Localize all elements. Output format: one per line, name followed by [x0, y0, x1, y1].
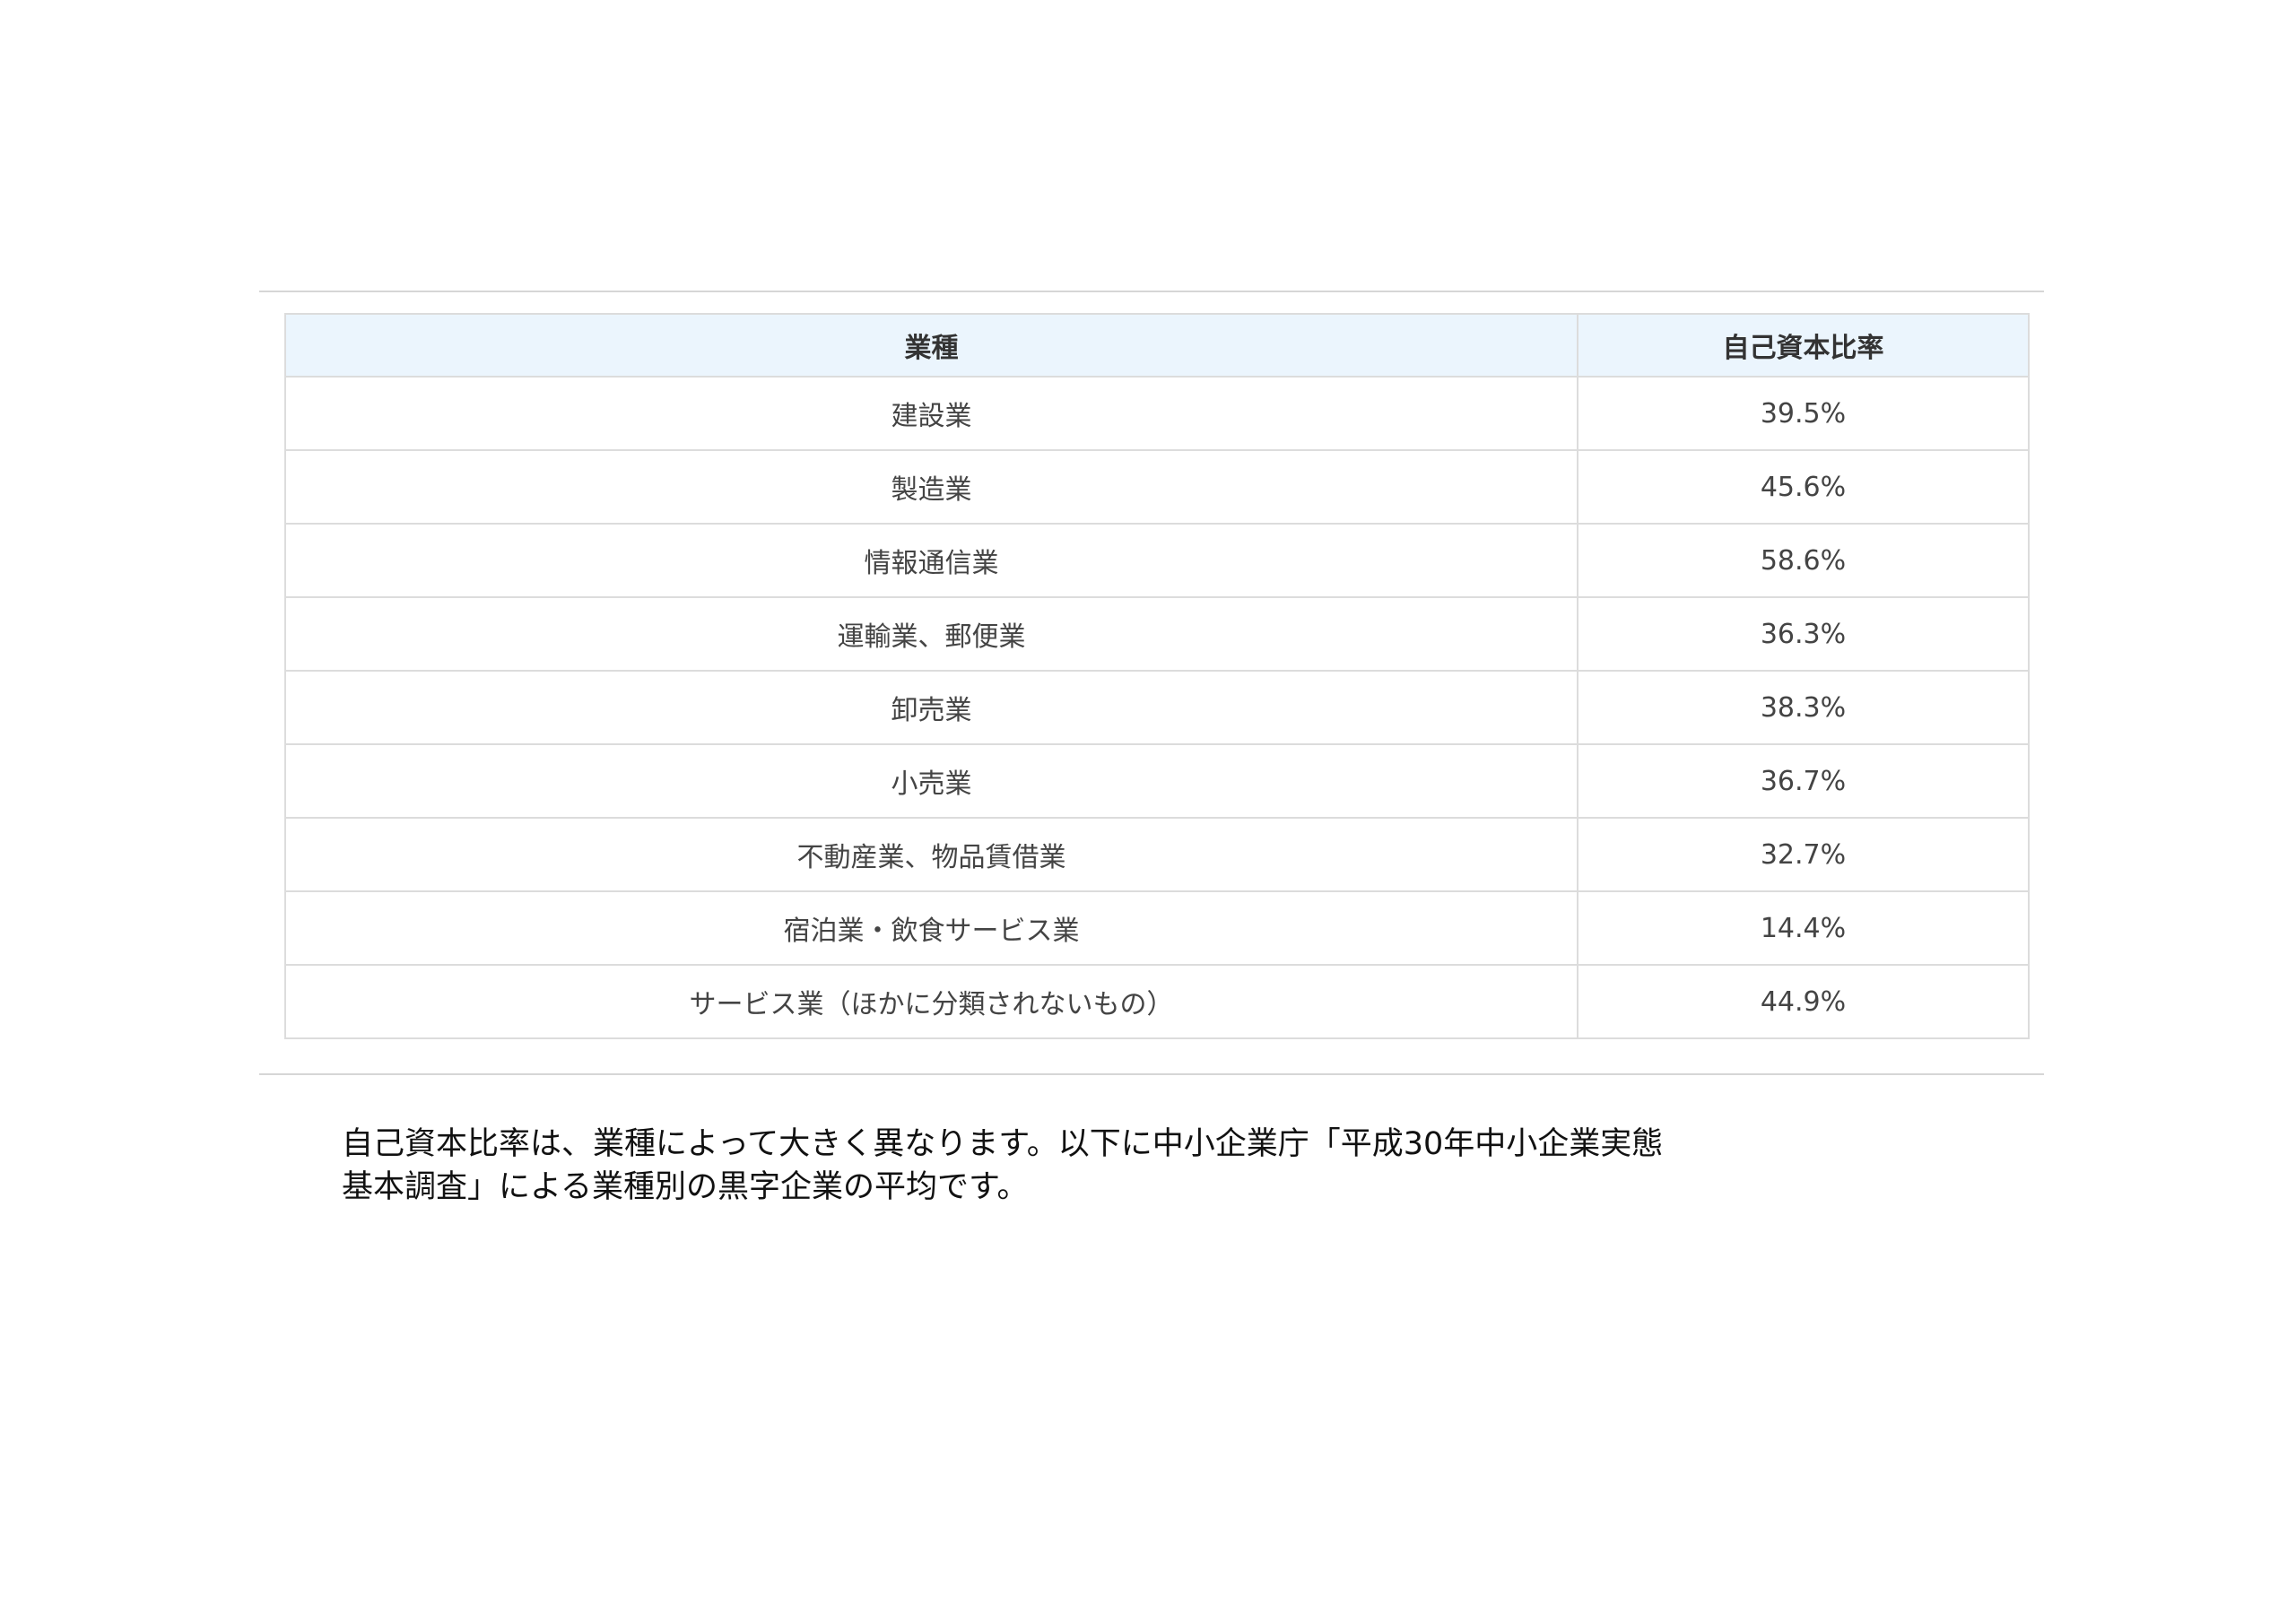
- table-row: 運輸業、郵便業 36.3%: [284, 596, 2030, 672]
- ratio-cell: 58.6%: [1577, 523, 2030, 598]
- table-header-row: 業種 自己資本比率: [284, 313, 2030, 378]
- industry-cell: 小売業: [284, 743, 1578, 819]
- table-row: 不動産業、物品賃借業 32.7%: [284, 817, 2030, 892]
- industry-cell: 運輸業、郵便業: [284, 596, 1578, 672]
- table-row: 卸売業 38.3%: [284, 670, 2030, 745]
- caption-line-2: 基本調査」による業種別の黒字企業の平均です。: [342, 1169, 1029, 1205]
- industry-cell: 製造業: [284, 449, 1578, 525]
- ratio-cell: 36.3%: [1577, 596, 2030, 672]
- industry-cell: 建設業: [284, 376, 1578, 451]
- ratio-cell: 36.7%: [1577, 743, 2030, 819]
- table-row: 情報通信業 58.6%: [284, 523, 2030, 598]
- ratio-cell: 14.4%: [1577, 890, 2030, 966]
- caption-paragraph: 自己資本比率は、業種によって大きく異なります。以下に中小企業庁「平成30年中小企…: [342, 1123, 1822, 1209]
- ratio-cell: 38.3%: [1577, 670, 2030, 745]
- table-row: 小売業 36.7%: [284, 743, 2030, 819]
- table-row: サービス業（ほかに分類されないもの） 44.9%: [284, 964, 2030, 1039]
- table-row: 宿泊業・飲食サービス業 14.4%: [284, 890, 2030, 966]
- equity-ratio-table-container: 業種 自己資本比率 建設業 39.5% 製造業 45.6% 情報通信業 58.6…: [284, 313, 2030, 1039]
- caption-line-1: 自己資本比率は、業種によって大きく異なります。以下に中小企業庁「平成30年中小企…: [342, 1126, 1664, 1162]
- bottom-divider: [259, 1073, 2044, 1075]
- industry-cell: 情報通信業: [284, 523, 1578, 598]
- industry-cell: 卸売業: [284, 670, 1578, 745]
- equity-ratio-table: 業種 自己資本比率 建設業 39.5% 製造業 45.6% 情報通信業 58.6…: [284, 313, 2030, 1039]
- industry-cell: 宿泊業・飲食サービス業: [284, 890, 1578, 966]
- industry-cell: 不動産業、物品賃借業: [284, 817, 1578, 892]
- top-divider: [259, 291, 2044, 292]
- ratio-cell: 32.7%: [1577, 817, 2030, 892]
- table-row: 製造業 45.6%: [284, 449, 2030, 525]
- ratio-cell: 39.5%: [1577, 376, 2030, 451]
- ratio-cell: 45.6%: [1577, 449, 2030, 525]
- industry-cell: サービス業（ほかに分類されないもの）: [284, 964, 1578, 1039]
- ratio-cell: 44.9%: [1577, 964, 2030, 1039]
- table-row: 建設業 39.5%: [284, 376, 2030, 451]
- header-equity-ratio: 自己資本比率: [1577, 313, 2030, 378]
- header-industry: 業種: [284, 313, 1578, 378]
